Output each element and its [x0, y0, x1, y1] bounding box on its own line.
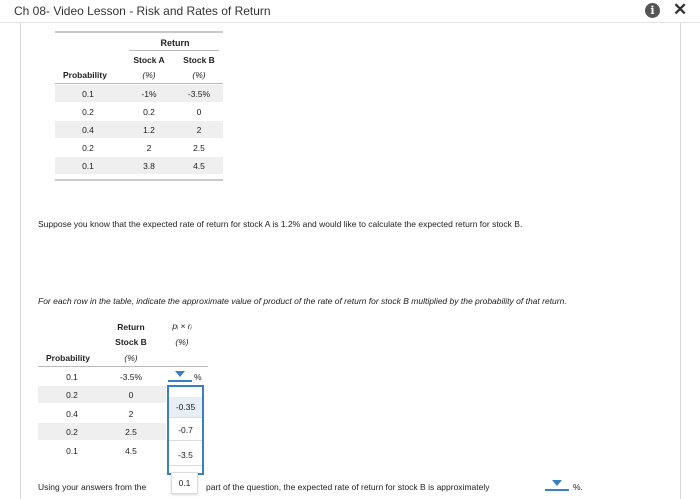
dropdown-menu: -0.35 -0.7 -3.5 [167, 385, 204, 475]
col-product-unit: (%) [175, 337, 189, 347]
return-group-header: Return [160, 38, 190, 48]
stock-b-cell: 2 [196, 125, 202, 135]
table-bottom-rule [55, 179, 223, 181]
header-bottom-rule [55, 83, 223, 84]
col-stock-a-unit: (%) [142, 70, 156, 80]
expected-return-dropdown[interactable] [545, 479, 569, 491]
title-bar: Ch 08- Video Lesson - Risk and Rates of … [0, 0, 700, 23]
col-stock-a: Stock A [133, 55, 165, 65]
prob-cell: 0.2 [66, 390, 78, 400]
window-title: Ch 08- Video Lesson - Risk and Rates of … [14, 4, 271, 18]
percent-label: % [194, 372, 202, 382]
col-unit: (%) [124, 353, 138, 363]
col-return: Return [117, 322, 145, 332]
info-icon[interactable]: i [645, 3, 660, 18]
instruction-text: For each row in the table, indicate the … [38, 296, 567, 306]
header-rule [129, 50, 219, 51]
stock-b-cell: 2.5 [193, 143, 205, 153]
prob-cell: 0.4 [66, 409, 78, 419]
dropdown-option[interactable]: 0.1 [171, 472, 198, 494]
return-cell: 0 [128, 390, 134, 400]
product-dropdown-row1[interactable] [168, 370, 192, 382]
return-cell: 2.5 [125, 427, 137, 437]
col-stock-b: Stock B [183, 55, 215, 65]
col-stock-b: Stock B [115, 337, 147, 347]
return-cell: -3.5% [119, 372, 143, 382]
suppose-text: Suppose you know that the expected rate … [38, 219, 523, 229]
return-cell: 2 [128, 409, 134, 419]
prob-cell: 0.2 [82, 143, 94, 153]
bottom-suffix: part of the question, the expected rate … [206, 482, 490, 492]
stock-a-cell: -1% [141, 89, 157, 99]
prob-cell: 0.1 [66, 446, 78, 456]
dropdown-option[interactable]: -0.35 [169, 397, 202, 418]
stock-a-cell: 3.8 [143, 161, 155, 171]
col-probability: Probability [46, 353, 90, 363]
table-top-rule [55, 31, 223, 33]
col-probability: Probability [63, 70, 107, 80]
return-cell: 4.5 [125, 446, 137, 456]
header-bottom-rule [38, 366, 208, 367]
prob-cell: 0.1 [82, 161, 94, 171]
col-stock-b-unit: (%) [192, 70, 206, 80]
stock-b-cell: -3.5% [187, 89, 211, 99]
stock-b-cell: 4.5 [193, 161, 205, 171]
chevron-down-icon [175, 371, 185, 377]
close-icon[interactable]: ✕ [673, 0, 687, 20]
prob-cell: 0.2 [66, 427, 78, 437]
prob-cell: 0.1 [82, 89, 94, 99]
prob-cell: 0.2 [82, 107, 94, 117]
stock-a-cell: 2 [146, 143, 152, 153]
dropdown-option[interactable]: -3.5 [169, 445, 202, 466]
stock-a-cell: 1.2 [143, 125, 155, 135]
prob-cell: 0.4 [82, 125, 94, 135]
chevron-down-icon [552, 480, 562, 486]
percent-label: %. [573, 482, 583, 492]
col-product: pᵢ × rᵢ [172, 321, 192, 331]
bottom-prefix: Using your answers from the [38, 482, 147, 492]
stock-a-cell: 0.2 [143, 107, 155, 117]
prob-cell: 0.1 [66, 372, 78, 382]
stock-b-cell: 0 [196, 107, 202, 117]
dropdown-option[interactable]: -0.7 [169, 420, 202, 441]
